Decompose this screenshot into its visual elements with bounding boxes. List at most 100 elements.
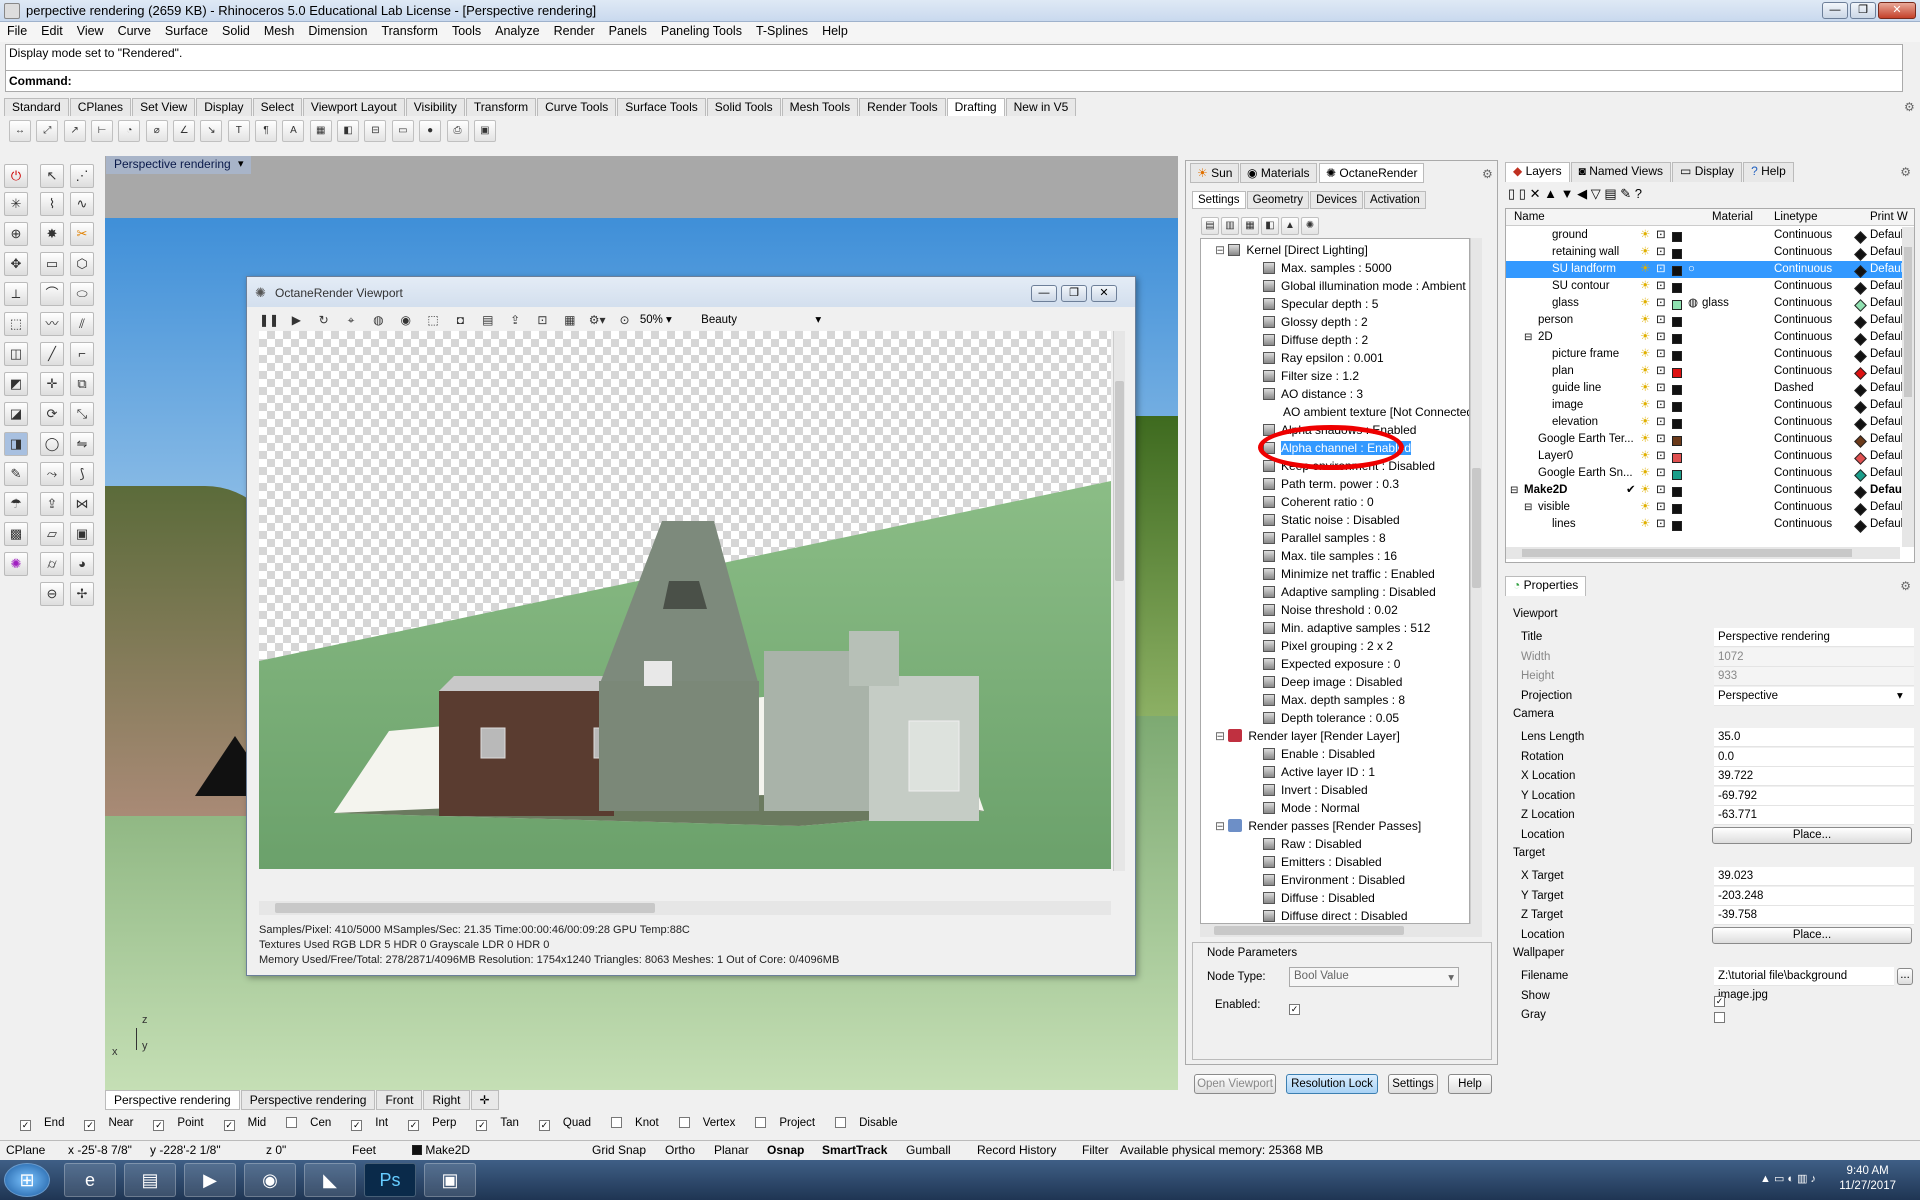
layers-vscrollbar[interactable] <box>1902 227 1914 547</box>
tab-display[interactable]: ▭ Display <box>1672 162 1743 182</box>
octane-icon[interactable]: ✺ <box>4 552 28 576</box>
layer-linetype[interactable]: Continuous <box>1774 482 1832 499</box>
octane-render-canvas[interactable] <box>259 331 1111 869</box>
restore-button[interactable]: ❐ <box>1850 2 1876 19</box>
osnap-checkbox[interactable]: ✓ <box>538 1120 550 1131</box>
tree-param-node[interactable]: Adaptive sampling : Disabled <box>1263 583 1436 601</box>
select-arrow-icon[interactable]: ↖ <box>40 164 64 188</box>
menu-surface[interactable]: Surface <box>158 22 215 40</box>
lightbulb-icon[interactable]: ☀ <box>1640 346 1650 363</box>
layer-print-width[interactable]: Default <box>1870 431 1906 448</box>
start-button[interactable]: ⊞ <box>4 1163 50 1197</box>
property-value[interactable]: -39.758 <box>1714 906 1914 925</box>
pause-icon[interactable]: ❚❚ <box>259 310 279 330</box>
tree-group-node[interactable]: ⊟ Kernel [Direct Lighting] <box>1215 241 1368 259</box>
tab-sun[interactable]: ☀ Sun <box>1190 163 1240 183</box>
layers-gear-icon[interactable]: ⚙ <box>1900 165 1911 179</box>
clipping-plane-icon[interactable]: ▭ <box>391 120 414 142</box>
render-hscroll-thumb[interactable] <box>275 903 655 913</box>
surface-icon[interactable]: ▱ <box>40 522 64 546</box>
tray-icons[interactable]: ▲ ▭ ◐ ▥ ♪ <box>1760 1172 1816 1185</box>
toolbar-tab-drafting[interactable]: Drafting <box>946 98 1005 116</box>
restart-icon[interactable]: ↻ <box>314 310 334 330</box>
status-layer[interactable]: Make2D <box>412 1143 470 1157</box>
new-layer-icon[interactable]: ▯ <box>1508 186 1515 201</box>
layer-row[interactable]: image ☀ ⊡ Continuous Default <box>1506 397 1914 414</box>
cube-icon[interactable]: ◫ <box>4 342 28 366</box>
circle-icon[interactable]: ◯ <box>40 432 64 456</box>
camera-icon[interactable]: ◘ <box>450 310 470 330</box>
aligned-dimension-icon[interactable]: ⤢ <box>36 120 59 142</box>
property-checkbox[interactable] <box>1714 1009 1728 1028</box>
collapse-icon[interactable]: ⊟ <box>1215 243 1228 257</box>
toolbar-tab-visibility[interactable]: Visibility <box>405 98 465 116</box>
osnap-checkbox[interactable] <box>611 1117 623 1128</box>
osnap-checkbox[interactable]: ✓ <box>84 1120 96 1131</box>
annotation-icon[interactable]: ¶ <box>255 120 278 142</box>
region-render-icon[interactable]: ⬚ <box>423 310 443 330</box>
subtab-activation[interactable]: Activation <box>1363 191 1426 209</box>
tree-param-node[interactable]: Environment : Disabled <box>1263 871 1405 889</box>
tree-param-node[interactable]: Filter size : 1.2 <box>1263 367 1359 385</box>
osnap-checkbox[interactable]: ✓ <box>408 1120 420 1131</box>
lightbulb-icon[interactable]: ☀ <box>1640 227 1650 244</box>
lightbulb-icon[interactable]: ☀ <box>1640 448 1650 465</box>
move-down-icon[interactable]: ▼ <box>1561 186 1574 201</box>
lock-icon[interactable]: ⊡ <box>1656 397 1666 414</box>
media-player-icon[interactable]: ▶ <box>184 1163 236 1197</box>
material-picker-icon[interactable]: ◍ <box>368 310 388 330</box>
property-value[interactable]: -69.792 <box>1714 786 1914 806</box>
toolbar-tab-cplanes[interactable]: CPlanes <box>69 98 132 116</box>
toolbar-tab-standard[interactable]: Standard <box>4 98 69 116</box>
tree-param-node[interactable]: Mode : Normal <box>1263 799 1360 817</box>
osnap-end[interactable]: ✓ End <box>10 1117 64 1131</box>
radius-dimension-icon[interactable]: ◔ <box>118 120 141 142</box>
tab-layers[interactable]: ◆ Layers <box>1505 162 1570 182</box>
menu-panels[interactable]: Panels <box>602 22 654 40</box>
expand-icon[interactable]: ⊟ <box>1524 499 1532 516</box>
tree-param-node[interactable]: Deep image : Disabled <box>1263 673 1402 691</box>
spline-icon[interactable]: 〰 <box>40 312 64 336</box>
layer-linetype[interactable]: Continuous <box>1774 431 1832 448</box>
layer-print-width[interactable]: Default <box>1870 516 1906 533</box>
internet-explorer-icon[interactable]: e <box>64 1163 116 1197</box>
toggle-ortho[interactable]: Ortho <box>665 1143 695 1157</box>
photoshop-icon[interactable]: Ps <box>364 1163 416 1197</box>
layer-print-width[interactable]: Default <box>1870 227 1906 244</box>
osnap-checkbox[interactable]: ✓ <box>351 1120 363 1131</box>
copy-icon[interactable]: ⧉ <box>70 372 94 396</box>
pass-select[interactable]: Beauty ▾ <box>701 309 821 331</box>
layer-linetype[interactable]: Continuous <box>1774 346 1832 363</box>
property-value[interactable]: Z:\tutorial file\background image.jpg <box>1714 967 1894 1001</box>
toolbar-tab-mesh-tools[interactable]: Mesh Tools <box>781 98 859 116</box>
lock-icon[interactable]: ⊡ <box>1656 329 1666 346</box>
point-icon[interactable]: ⋰ <box>70 164 94 188</box>
section-icon[interactable]: ⊟ <box>364 120 387 142</box>
extrude-icon[interactable]: ⇪ <box>40 492 64 516</box>
new-sublayer-icon[interactable]: ▯ <box>1519 186 1526 201</box>
lightbulb-icon[interactable]: ☀ <box>1640 465 1650 482</box>
print-icon[interactable]: ⎙ <box>446 120 469 142</box>
tree-param-node[interactable]: Invert : Disabled <box>1263 781 1368 799</box>
property-value[interactable]: -63.771 <box>1714 806 1914 825</box>
layer-linetype[interactable]: Continuous <box>1774 363 1832 380</box>
tree-tool2-icon[interactable]: ▥ <box>1221 217 1239 235</box>
tree-vscroll-thumb[interactable] <box>1472 468 1481 588</box>
layer-row[interactable]: guide line ☀ ⊡ Dashed Default <box>1506 380 1914 397</box>
layer-print-width[interactable]: Default <box>1870 346 1906 363</box>
layer-print-width[interactable]: Default <box>1870 261 1906 278</box>
paint-icon[interactable]: ✎ <box>4 462 28 486</box>
menu-edit[interactable]: Edit <box>34 22 70 40</box>
tree-param-node[interactable]: Diffuse : Disabled <box>1263 889 1375 907</box>
lightbulb-icon[interactable]: ☀ <box>1640 261 1650 278</box>
minimize-button[interactable]: — <box>1822 2 1848 19</box>
tree-param-node[interactable]: Glossy depth : 2 <box>1263 313 1368 331</box>
stop-icon[interactable]: ⏻ <box>4 164 28 188</box>
layer-row[interactable]: SU contour ☀ ⊡ Continuous Default <box>1506 278 1914 295</box>
lock-icon[interactable]: ⊡ <box>1656 227 1666 244</box>
layer-row[interactable]: ⊟ Make2D ✔ ☀ ⊡ Continuous Default <box>1506 482 1914 499</box>
lightbulb-icon[interactable]: ☀ <box>1640 278 1650 295</box>
settings-tree[interactable]: ⊟ Kernel [Direct Lighting] Max. samples :… <box>1200 238 1470 924</box>
tree-param-node[interactable]: Raw : Disabled <box>1263 835 1362 853</box>
col-linetype[interactable]: Linetype <box>1774 209 1817 226</box>
